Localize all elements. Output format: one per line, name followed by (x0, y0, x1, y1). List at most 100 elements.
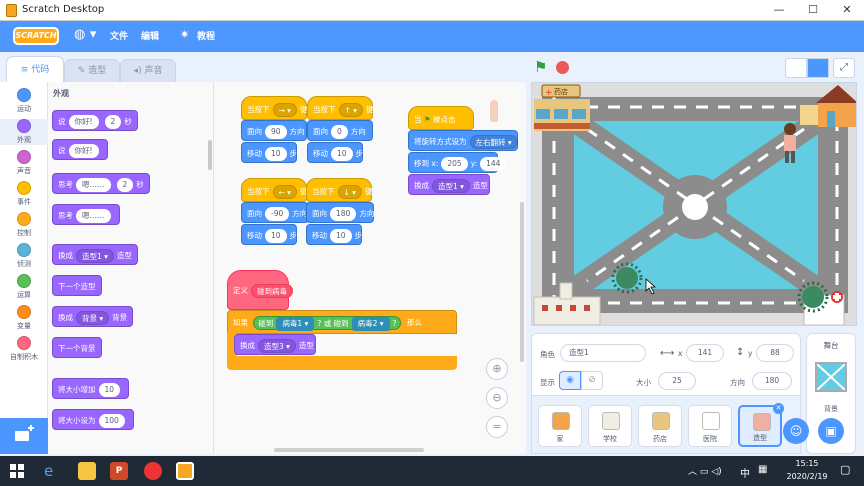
point-direction-block[interactable]: 面向 0 方向 (307, 120, 373, 141)
close-button[interactable]: ✕ (830, 0, 864, 21)
stop-icon[interactable] (556, 61, 569, 74)
sprite-image (602, 412, 620, 430)
when-key-pressed-block[interactable]: 当按下 → ▾ 键 (241, 96, 307, 120)
choose-backdrop-icon[interactable]: ▣ (818, 418, 844, 444)
category-7[interactable]: 变量 (0, 305, 48, 331)
point-direction-block[interactable]: 面向 -90 方向 (241, 202, 309, 223)
move-steps-block[interactable]: 移动 10 步 (307, 142, 363, 163)
if-then-block[interactable]: 如果 碰到 病毒1 ▾? 或 碰到 病毒2 ▾? 那么 (227, 310, 457, 334)
palette-looks-block[interactable]: 说你好! 2 秒 (52, 110, 138, 131)
palette-looks-block[interactable]: 思考 嗯…… (52, 204, 120, 225)
small-stage-button[interactable] (785, 58, 807, 78)
workspace-scrollbar[interactable] (520, 202, 524, 362)
file-explorer-icon[interactable] (78, 462, 96, 480)
sprite-thumb[interactable]: 学校 (588, 405, 632, 447)
move-steps-block[interactable]: 移动 10 步 (241, 224, 297, 245)
palette-looks-block[interactable]: 将大小增加 10 (52, 378, 130, 399)
windows-start-icon[interactable] (10, 464, 24, 478)
y-input[interactable]: 88 (756, 344, 794, 362)
category-4[interactable]: 控制 (0, 212, 48, 238)
category-label: 控制 (17, 229, 31, 237)
x-input[interactable]: 141 (686, 344, 724, 362)
when-flag-clicked-block[interactable]: 当 ⚑ 被点击 (408, 106, 474, 130)
recorder-icon[interactable] (144, 462, 162, 480)
backdrop-thumbnail[interactable] (815, 362, 847, 392)
code-icon: ≡ (20, 65, 32, 75)
clock-time[interactable]: 15:15 (784, 459, 830, 468)
direction-input[interactable]: 180 (752, 372, 792, 390)
zoom-out-button[interactable]: ⊖ (486, 387, 508, 409)
move-steps-block[interactable]: 移动 10 步 (241, 142, 297, 163)
point-direction-block[interactable]: 面向 180 方向 (306, 202, 374, 223)
powerpoint-icon[interactable]: P (110, 462, 128, 480)
size-input[interactable]: 25 (658, 372, 696, 390)
palette-looks-block[interactable]: 换成 造型1 ▾ 造型 (52, 244, 138, 265)
fullscreen-icon[interactable]: ⤢ (833, 58, 855, 78)
palette-looks-block[interactable]: 下一个背景 (52, 337, 102, 358)
stage-panel[interactable]: 舞台 背景 ▣ (806, 333, 856, 454)
menu-file[interactable]: 文件 (110, 29, 128, 42)
title-bar: Scratch Desktop — ☐ ✕ (0, 0, 864, 21)
scratch-taskbar-icon[interactable] (176, 462, 194, 480)
add-extension-button[interactable] (0, 418, 48, 454)
sprite-list: 家 学校 药店 医院 造型 ✕ (531, 396, 801, 454)
sprite-thumb[interactable]: 家 (538, 405, 582, 447)
category-1[interactable]: 外观 (0, 119, 48, 145)
sprite-thumb[interactable]: 造型 ✕ (738, 403, 784, 447)
category-5[interactable]: 侦测 (0, 243, 48, 269)
move-steps-block[interactable]: 移动 10 步 (306, 224, 362, 245)
category-2[interactable]: 声音 (0, 150, 48, 176)
hide-eye-icon[interactable]: ⊘ (581, 371, 603, 390)
size-label: 大小 (636, 378, 651, 387)
when-key-pressed-block[interactable]: 当按下 ↓ ▾ 键 (306, 178, 372, 202)
palette-looks-block[interactable]: 下一个造型 (52, 275, 102, 296)
script-workspace[interactable]: 当按下 → ▾ 键 面向 90 方向 移动 10 步 当按下 ↑ ▾ 键 面向 0 方向 移动 10 步… (214, 82, 526, 454)
set-rotation-style-block[interactable]: 将旋转方式设为 左右翻转 ▾ (408, 130, 518, 151)
sprite-name-input[interactable]: 造型1 (560, 344, 646, 362)
scratch-logo[interactable]: SCRATCH (13, 27, 59, 45)
define-block[interactable]: 定义 碰到病毒 (227, 270, 293, 310)
go-to-xy-block[interactable]: 移到 x: 205 y: 144 (408, 152, 507, 173)
zoom-reset-button[interactable]: = (486, 416, 508, 438)
tab-sounds[interactable]: ◂) 声音 (120, 59, 176, 82)
switch-costume-block[interactable]: 换成 造型1 ▾ 造型 (408, 174, 490, 195)
green-flag-icon[interactable]: ⚑ (534, 59, 547, 75)
when-key-pressed-block[interactable]: 当按下 ← ▾ 键 (241, 178, 307, 202)
keyboard-icon[interactable]: ▦ (758, 464, 767, 475)
notification-icon[interactable]: ▢ (840, 463, 850, 476)
palette-looks-block[interactable]: 思考 嗯…… 2 秒 (52, 173, 150, 194)
tutorials-bulb-icon[interactable]: ✷ (180, 28, 189, 41)
tray-icons[interactable]: ︿ ▭ ◁) (688, 464, 722, 477)
category-0[interactable]: 运动 (0, 88, 48, 114)
ime-indicator[interactable]: 中 (740, 465, 750, 480)
sprite-thumb[interactable]: 药店 (638, 405, 682, 447)
maximize-button[interactable]: ☐ (796, 0, 830, 21)
when-key-pressed-block[interactable]: 当按下 ↑ ▾ 键 (307, 96, 373, 120)
clock-date[interactable]: 2020/2/19 (778, 472, 836, 481)
category-6[interactable]: 运算 (0, 274, 48, 300)
delete-sprite-icon[interactable]: ✕ (773, 403, 784, 414)
language-globe-icon[interactable]: ◍ ▾ (74, 27, 96, 42)
sprite-thumb[interactable]: 医院 (688, 405, 732, 447)
point-direction-block[interactable]: 面向 90 方向 (241, 120, 307, 141)
menu-tutorials[interactable]: 教程 (197, 29, 215, 42)
zoom-in-button[interactable]: ⊕ (486, 358, 508, 380)
palette-looks-block[interactable]: 换成 背景 ▾ 背景 (52, 306, 134, 327)
palette-scrollbar[interactable] (208, 140, 212, 170)
normal-stage-button[interactable] (807, 58, 829, 78)
workspace-hscrollbar[interactable] (274, 448, 424, 452)
minimize-button[interactable]: — (762, 0, 796, 21)
menu-edit[interactable]: 编辑 (141, 29, 159, 42)
category-8[interactable]: 自制积木 (0, 336, 48, 362)
show-eye-icon[interactable]: ◉ (559, 371, 581, 390)
switch-costume-block[interactable]: 换成 造型3 ▾ 造型 (234, 334, 316, 355)
palette-looks-block[interactable]: 说你好! (52, 139, 108, 160)
tab-code[interactable]: ≡ 代码 (6, 56, 64, 82)
edge-browser-icon[interactable]: e (44, 462, 62, 480)
tab-costumes[interactable]: ✎ 造型 (64, 59, 120, 82)
stage-canvas[interactable]: + 药店 (531, 82, 857, 326)
category-dot-icon (17, 181, 31, 195)
category-3[interactable]: 事件 (0, 181, 48, 207)
palette-looks-block[interactable]: 将大小设为 100 (52, 409, 134, 430)
choose-sprite-icon[interactable]: ☺ (783, 418, 809, 444)
